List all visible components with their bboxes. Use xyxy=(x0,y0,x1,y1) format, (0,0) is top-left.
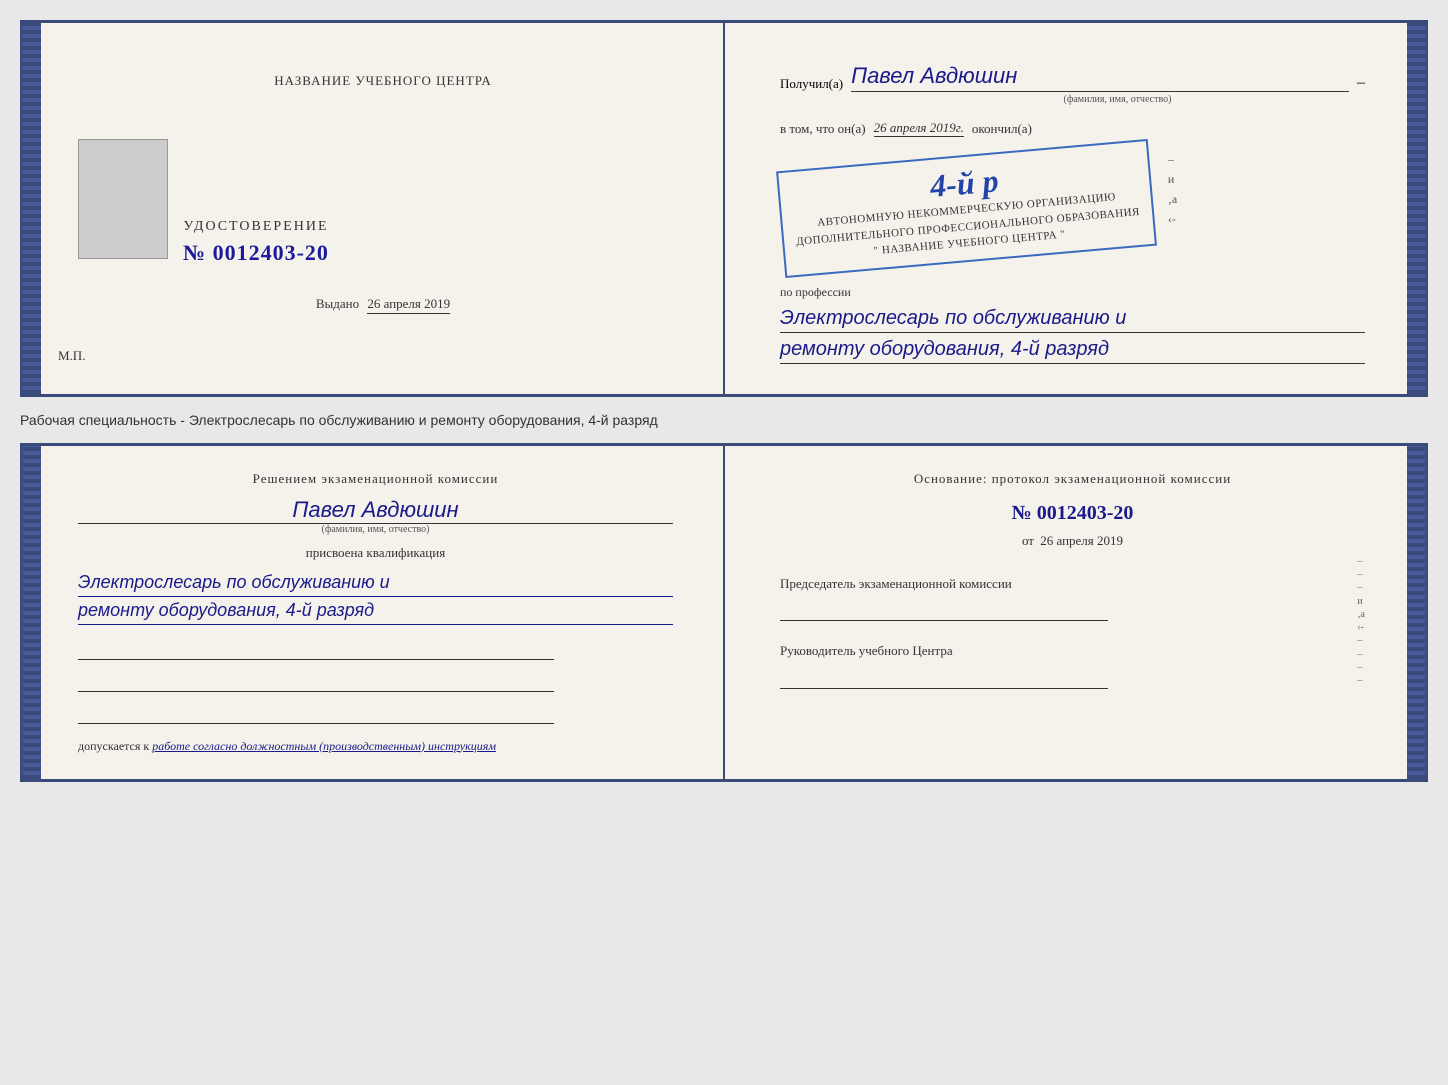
sig-line-1 xyxy=(78,640,554,660)
separator-text: Рабочая специальность - Электрослесарь п… xyxy=(20,407,1428,433)
qual-line1: Электрослесарь по обслуживанию и xyxy=(78,569,673,597)
dopusk-value: работе согласно должностным (производств… xyxy=(152,739,496,753)
photo-placeholder xyxy=(78,139,168,259)
fio-hint-bottom: (фамилия, имя, отчество) xyxy=(78,524,673,535)
top-right-content: Получил(а) Павел Авдюшин – (фамилия, имя… xyxy=(760,53,1390,364)
ot-date: от 26 апреля 2019 xyxy=(780,533,1365,549)
okoncil-label: окончил(а) xyxy=(972,121,1032,137)
ot-date-value: 26 апреля 2019 xyxy=(1040,533,1123,548)
chairman: Председатель экзаменационной комиссии xyxy=(780,574,1327,622)
chairman-sig-line xyxy=(780,601,1108,621)
top-left-title: НАЗВАНИЕ УЧЕБНОГО ЦЕНТРА xyxy=(274,73,491,89)
top-document: НАЗВАНИЕ УЧЕБНОГО ЦЕНТРА УДОСТОВЕРЕНИЕ №… xyxy=(20,20,1428,397)
dopuskaetsya: допускается к работе согласно должностны… xyxy=(78,739,673,754)
top-right-panel: Получил(а) Павел Авдюшин – (фамилия, имя… xyxy=(725,23,1425,394)
issued-date-value: 26 апреля 2019 xyxy=(367,296,450,314)
recipient-name: Павел Авдюшин xyxy=(851,63,1349,92)
issued-date: Выдано 26 апреля 2019 xyxy=(316,296,450,312)
cert-number: № 0012403-20 xyxy=(183,240,329,266)
bottom-right-panel: Основание: протокол экзаменационной коми… xyxy=(725,446,1425,779)
profession-line2: ремонту оборудования, 4-й разряд xyxy=(780,335,1365,364)
poluchil-label: Получил(а) xyxy=(780,76,843,92)
sig-line-2 xyxy=(78,672,554,692)
vtom-label: в том, что он(а) xyxy=(780,121,866,137)
prisvoena: присвоена квалификация xyxy=(78,545,673,561)
person-name-bottom: Павел Авдюшин xyxy=(78,497,673,524)
vtom-date: 26 апреля 2019г. xyxy=(874,120,964,137)
profession-label: по профессии xyxy=(780,285,1365,300)
stamp-block: 4-й р АВТОНОМНУЮ НЕКОММЕРЧЕСКУЮ ОРГАНИЗА… xyxy=(776,139,1157,278)
fio-hint-top: (фамилия, имя, отчество) xyxy=(870,94,1365,105)
protocol-num: № 0012403-20 xyxy=(780,502,1365,525)
profession-line1: Электрослесарь по обслуживанию и xyxy=(780,304,1365,333)
qual-line2: ремонту оборудования, 4-й разряд xyxy=(78,597,673,625)
bottom-document: Решением экзаменационной комиссии Павел … xyxy=(20,443,1428,782)
commission-title: Решением экзаменационной комиссии xyxy=(78,471,673,487)
top-left-panel: НАЗВАНИЕ УЧЕБНОГО ЦЕНТРА УДОСТОВЕРЕНИЕ №… xyxy=(23,23,725,394)
director: Руководитель учебного Центра xyxy=(780,641,1327,689)
director-sig-line xyxy=(780,669,1108,689)
signature-lines xyxy=(78,640,673,724)
osnov-title: Основание: протокол экзаменационной коми… xyxy=(780,471,1365,487)
sig-line-3 xyxy=(78,704,554,724)
cert-type: УДОСТОВЕРЕНИЕ № 0012403-20 xyxy=(183,179,329,266)
bottom-left-panel: Решением экзаменационной комиссии Павел … xyxy=(23,446,725,779)
mp-label: М.П. xyxy=(58,348,85,364)
page-container: НАЗВАНИЕ УЧЕБНОГО ЦЕНТРА УДОСТОВЕРЕНИЕ №… xyxy=(20,20,1428,782)
qualification-lines: Электрослесарь по обслуживанию и ремонту… xyxy=(78,569,673,625)
